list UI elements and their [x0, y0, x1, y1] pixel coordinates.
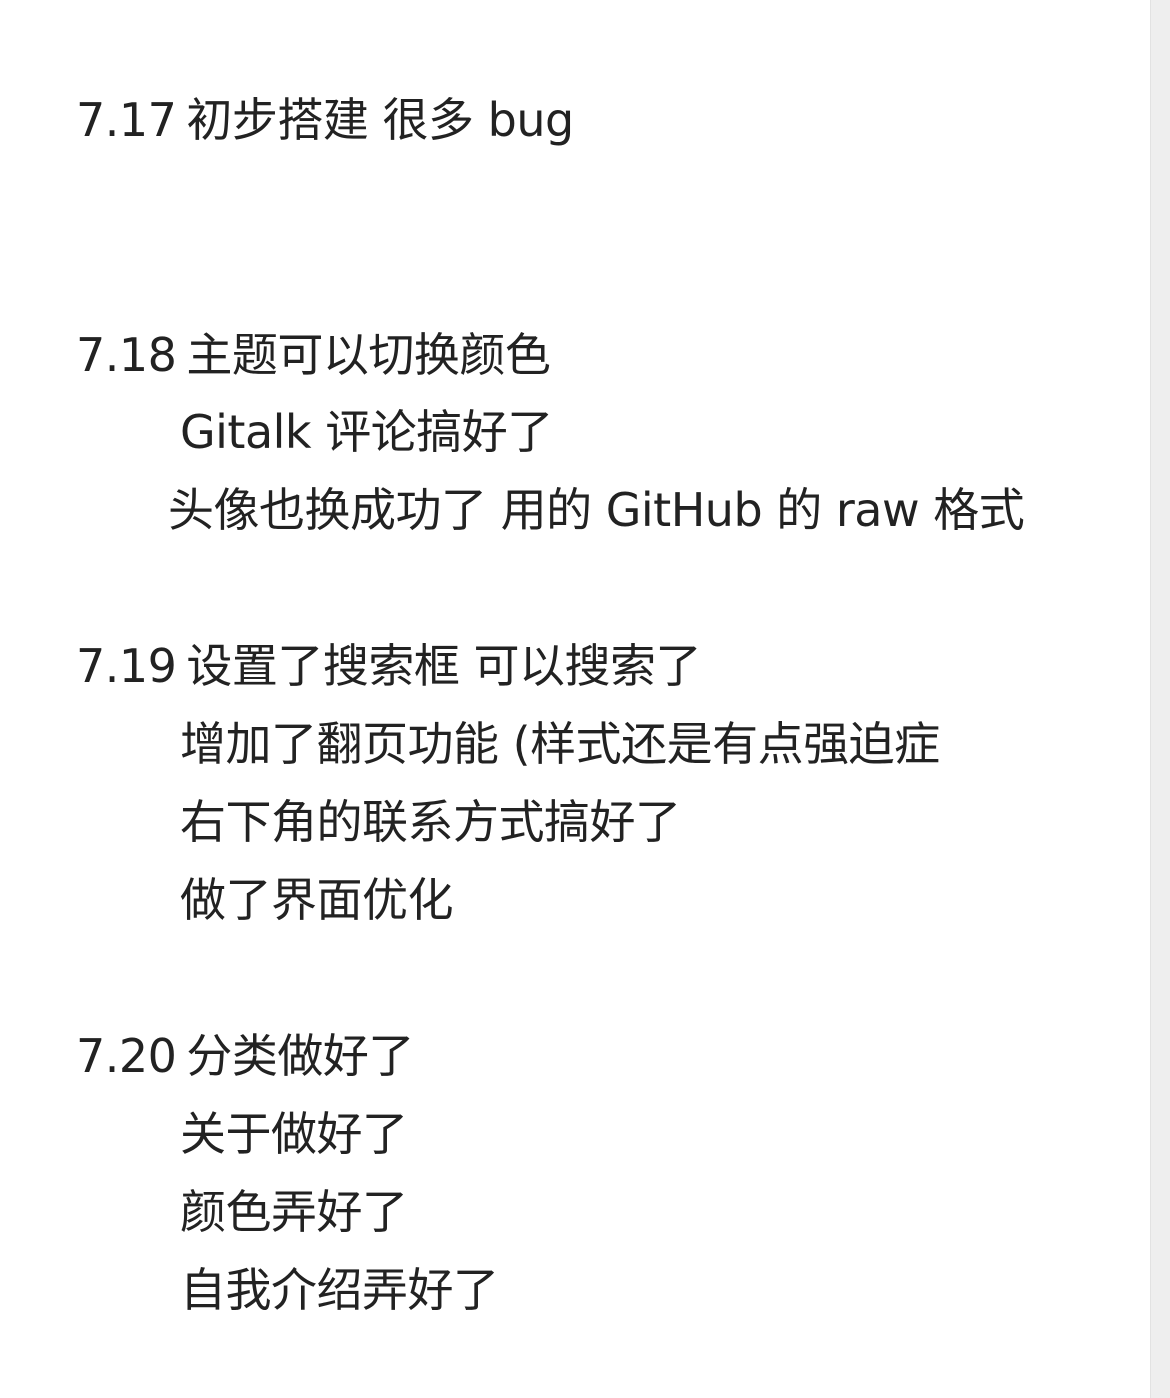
entry-date: 7.17: [76, 93, 177, 147]
entry-717-line-1: 7.17 初步搭建 很多 bug: [76, 90, 574, 150]
entry-text: 做了界面优化: [180, 873, 454, 927]
entry-720-line-1: 7.20 分类做好了: [76, 1026, 414, 1086]
entry-text: 关于做好了: [180, 1107, 408, 1161]
entry-719-line-1: 7.19 设置了搜索框 可以搜索了: [76, 636, 702, 696]
entry-719-line-4: 做了界面优化: [180, 870, 454, 930]
entry-718-line-1: 7.18 主题可以切换颜色: [76, 325, 551, 385]
entry-text: 自我介绍弄好了: [180, 1263, 499, 1317]
entry-718-line-3: 头像也换成功了 用的 GitHub 的 raw 格式: [168, 480, 1025, 540]
entry-text: Gitalk 评论搞好了: [180, 405, 553, 459]
entry-text: 设置了搜索框 可以搜索了: [186, 639, 702, 693]
entry-text: 初步搭建 很多 bug: [186, 93, 574, 147]
entry-text: 增加了翻页功能 (样式还是有点强迫症: [180, 717, 940, 771]
entry-date: 7.19: [76, 639, 177, 693]
entry-720-line-2: 关于做好了: [180, 1104, 408, 1164]
entry-text: 头像也换成功了 用的 GitHub 的 raw 格式: [168, 483, 1025, 537]
entry-text: 右下角的联系方式搞好了: [180, 795, 681, 849]
entry-719-line-2: 增加了翻页功能 (样式还是有点强迫症: [180, 714, 940, 774]
entry-text: 主题可以切换颜色: [186, 328, 551, 382]
right-edge-strip: [1150, 0, 1170, 1398]
entry-719-line-3: 右下角的联系方式搞好了: [180, 792, 681, 852]
entry-date: 7.18: [76, 328, 177, 382]
entry-718-line-2: Gitalk 评论搞好了: [180, 402, 553, 462]
entry-720-line-4: 自我介绍弄好了: [180, 1260, 499, 1320]
entry-text: 分类做好了: [186, 1029, 414, 1083]
entry-date: 7.20: [76, 1029, 177, 1083]
note-body: 7.17 初步搭建 很多 bug 7.18 主题可以切换颜色 Gitalk 评论搞好…: [0, 0, 1150, 1398]
entry-text: 颜色弄好了: [180, 1185, 408, 1239]
entry-720-line-3: 颜色弄好了: [180, 1182, 408, 1242]
